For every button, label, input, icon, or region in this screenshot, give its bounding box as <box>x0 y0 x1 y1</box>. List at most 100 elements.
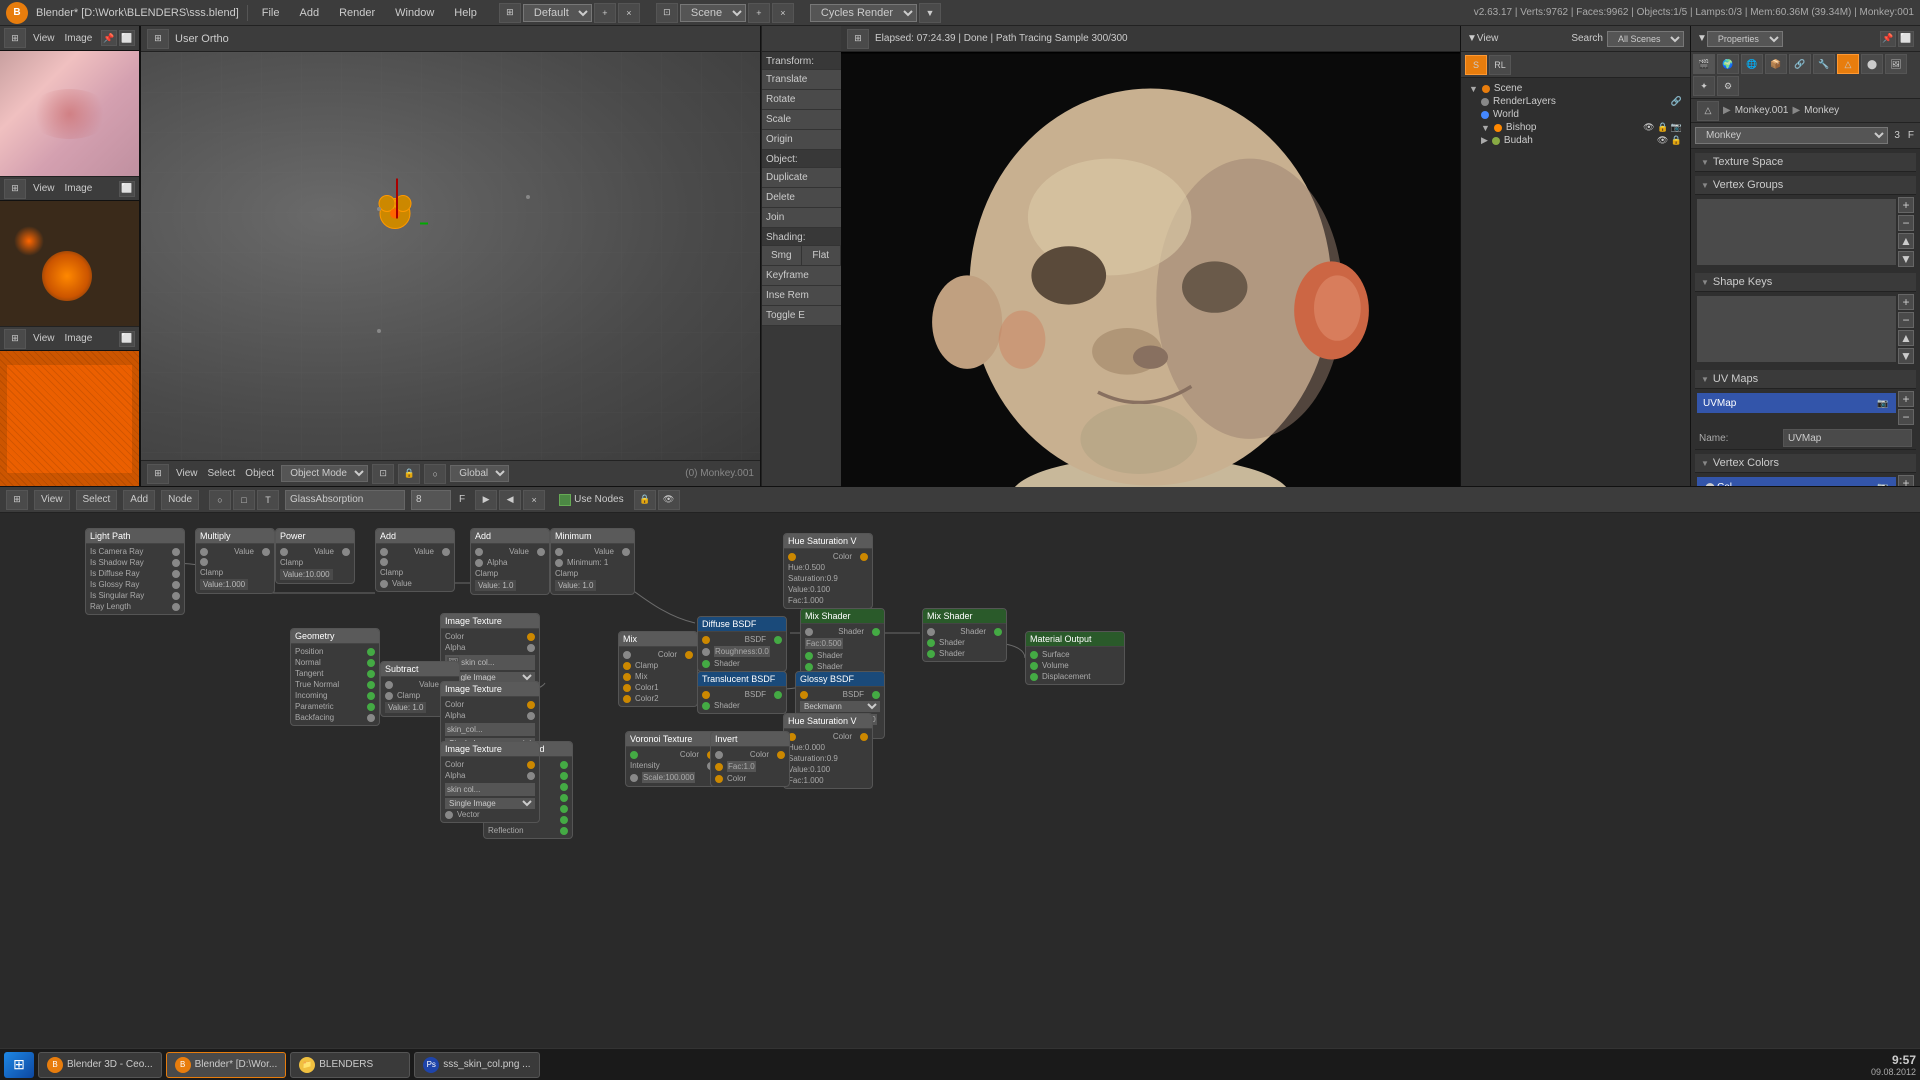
coord-select[interactable]: Global <box>450 465 509 482</box>
node-diffuse[interactable]: Diffuse BSDF BSDF Roughness:0.0 Shader <box>697 616 787 672</box>
image-bar2-view[interactable]: View <box>30 332 58 345</box>
taskbar-item-blender-ceo[interactable]: B Blender 3D - Ceo... <box>38 1052 162 1078</box>
vg-down-btn[interactable]: ▼ <box>1898 251 1914 267</box>
viewport-pivot-icon[interactable]: ⊡ <box>372 464 394 484</box>
uv-map-item[interactable]: UVMap 📷 <box>1697 393 1896 413</box>
prop-tab-texture[interactable]: 🖼 <box>1885 54 1907 74</box>
duplicate-button[interactable]: Duplicate <box>762 168 841 188</box>
breadcrumb-object[interactable]: Monkey.001 <box>1735 105 1789 116</box>
scale-button[interactable]: Scale <box>762 110 841 130</box>
viewport-snap-icon[interactable]: 🔒 <box>398 464 420 484</box>
origin-button[interactable]: Origin <box>762 130 841 150</box>
toggle-button[interactable]: Toggle E <box>762 306 841 326</box>
node-light-path[interactable]: Light Path Is Camera Ray Is Shadow Ray I… <box>85 528 185 615</box>
sk-up-btn[interactable]: ▲ <box>1898 330 1914 346</box>
node-image-tex3[interactable]: Image Texture Color Alpha skin col... Si… <box>440 741 540 823</box>
vg-add-btn[interactable]: + <box>1898 197 1914 213</box>
sk-remove-btn[interactable]: − <box>1898 312 1914 328</box>
node-geometry[interactable]: Geometry Position Normal Tangent True No… <box>290 628 380 726</box>
node-mix-shader2[interactable]: Mix Shader Shader Shader Shader <box>922 608 1007 662</box>
breadcrumb-mesh[interactable]: Monkey <box>1804 105 1839 116</box>
material-name-field[interactable] <box>285 490 405 510</box>
node-tex-icon[interactable]: T <box>257 490 279 510</box>
object-menu[interactable]: Object <box>242 467 277 480</box>
scene-icon-rl[interactable]: RL <box>1489 55 1511 75</box>
left-view-menu[interactable]: View <box>30 32 58 45</box>
workspace-selector[interactable]: Default <box>523 4 592 22</box>
scene-icon-scene[interactable]: S <box>1465 55 1487 75</box>
vc-add-btn[interactable]: + <box>1898 475 1914 486</box>
left-panel-pin[interactable]: 📌 <box>101 30 117 46</box>
icon-scene-add[interactable]: + <box>748 3 770 23</box>
image-image-btn[interactable]: Image <box>62 182 96 195</box>
vg-remove-btn[interactable]: − <box>1898 215 1914 231</box>
image-bar-mode[interactable]: ⊞ <box>4 179 26 199</box>
node-hue-sat1[interactable]: Hue Saturation V Color Hue:0.500 Saturat… <box>783 533 873 609</box>
scene-item-scene[interactable]: ▼ Scene <box>1465 82 1686 95</box>
shape-keys-header[interactable]: Shape Keys <box>1695 273 1916 292</box>
select-menu[interactable]: Select <box>205 467 239 480</box>
vertex-groups-header[interactable]: Vertex Groups <box>1695 176 1916 195</box>
object-mode-select[interactable]: Object Mode <box>281 465 368 482</box>
keyframe-button[interactable]: Keyframe <box>762 266 841 286</box>
prop-tab-render[interactable]: 🎬 <box>1693 54 1715 74</box>
flat-button[interactable]: Flat <box>802 246 842 266</box>
node-view-menu[interactable]: View <box>34 490 70 510</box>
node-mix-shader1[interactable]: Mix Shader Shader Fac:0.500 Shader Shade… <box>800 608 885 675</box>
node-node-menu[interactable]: Node <box>161 490 199 510</box>
node-comp-icon[interactable]: □ <box>233 490 255 510</box>
join-button[interactable]: Join <box>762 208 841 228</box>
prop-pin-icon[interactable]: 📌 <box>1880 31 1896 47</box>
render-area[interactable] <box>841 52 1460 534</box>
node-toolbar-icon1[interactable]: ▶ <box>475 490 497 510</box>
gloss-dist-select[interactable]: Beckmann <box>800 701 880 712</box>
vertex-color-item[interactable]: ⬤ Col 📷 <box>1697 477 1896 486</box>
prop-tab-constraints[interactable]: 🔗 <box>1789 54 1811 74</box>
node-select-menu[interactable]: Select <box>76 490 118 510</box>
uv-name-value[interactable]: UVMap <box>1783 429 1912 447</box>
node-hue-sat2[interactable]: Hue Saturation V Color Hue:0.000 Saturat… <box>783 713 873 789</box>
prop-maximize-icon[interactable]: ⬜ <box>1898 31 1914 47</box>
menu-add[interactable]: Add <box>294 5 326 21</box>
delete-button[interactable]: Delete <box>762 188 841 208</box>
node-translucent[interactable]: Translucent BSDF BSDF Shader <box>697 671 787 714</box>
image-bar2-image[interactable]: Image <box>62 332 96 345</box>
prop-tab-modifiers[interactable]: 🔧 <box>1813 54 1835 74</box>
menu-render[interactable]: Render <box>333 5 381 21</box>
viewport-prop-icon[interactable]: ○ <box>424 464 446 484</box>
prop-tab-particles[interactable]: ✦ <box>1693 76 1715 96</box>
viewport-mode-icon[interactable]: ⊞ <box>147 29 169 49</box>
3d-view-canvas[interactable] <box>141 52 760 460</box>
scene-item-renderlayers[interactable]: RenderLayers 🔗 <box>1465 95 1686 108</box>
left-panel-mode-icon[interactable]: ⊞ <box>4 28 26 48</box>
image-view-btn[interactable]: View <box>30 182 58 195</box>
node-minimum[interactable]: Minimum Value Minimum: 1 Clamp Value: 1.… <box>550 528 635 595</box>
smooth-button[interactable]: Smg <box>762 246 802 266</box>
prop-tab-physics[interactable]: ⚙ <box>1717 76 1739 96</box>
rotate-button[interactable]: Rotate <box>762 90 841 110</box>
image-bar2-mode[interactable]: ⊞ <box>4 329 26 349</box>
left-image-menu[interactable]: Image <box>62 32 96 45</box>
it3-type-select[interactable]: Single Image <box>445 798 535 809</box>
prop-tab-scene[interactable]: 🌍 <box>1717 54 1739 74</box>
node-snap-icon[interactable]: 🔒 <box>634 490 656 510</box>
scene-item-world[interactable]: World <box>1465 108 1686 121</box>
uv-add-btn[interactable]: + <box>1898 391 1914 407</box>
use-nodes-checkbox[interactable] <box>559 494 571 506</box>
scene-item-bishop[interactable]: ▼ Bishop 👁 🔒 📷 <box>1465 121 1686 134</box>
node-toolbar-icon3[interactable]: × <box>523 490 545 510</box>
node-voronoi[interactable]: Voronoi Texture Color Intensity Scale:10… <box>625 731 720 787</box>
data-name-field[interactable]: Monkey <box>1695 127 1888 144</box>
menu-file[interactable]: File <box>256 5 286 21</box>
prop-tab-world[interactable]: 🌐 <box>1741 54 1763 74</box>
scene-selector[interactable]: Scene <box>680 4 746 22</box>
icon-scene-selector[interactable]: ⊡ <box>656 3 678 23</box>
node-add-menu[interactable]: Add <box>123 490 155 510</box>
node-invert[interactable]: Invert Color Fac:1.0 Color <box>710 731 790 787</box>
prop-tab-data[interactable]: △ <box>1837 54 1859 74</box>
taskbar-item-blenders[interactable]: 📁 BLENDERS <box>290 1052 410 1078</box>
node-canvas[interactable]: Light Path Is Camera Ray Is Shadow Ray I… <box>0 513 1920 1048</box>
scene-item-budah[interactable]: ▶ Budah 👁 🔒 <box>1465 134 1686 147</box>
uv-remove-btn[interactable]: − <box>1898 409 1914 425</box>
menu-window[interactable]: Window <box>389 5 440 21</box>
